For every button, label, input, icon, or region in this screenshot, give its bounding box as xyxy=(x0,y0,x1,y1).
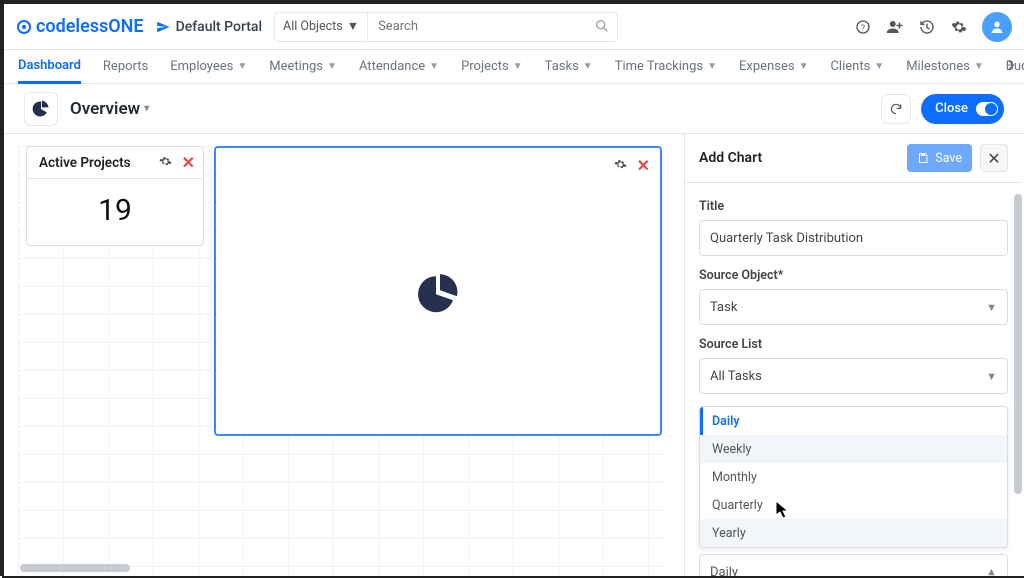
refresh-button[interactable] xyxy=(881,94,911,124)
caret-down-icon: ▼ xyxy=(347,19,359,34)
save-button[interactable]: Save xyxy=(907,144,972,172)
panel-close-button[interactable]: ✕ xyxy=(980,144,1008,172)
save-icon xyxy=(917,152,929,164)
portal-selector[interactable]: Default Portal xyxy=(156,19,262,35)
close-toggle[interactable]: Close xyxy=(921,94,1004,124)
close-label: Close xyxy=(935,101,968,116)
caret-down-icon: ▼ xyxy=(874,61,884,72)
tab-dashboard[interactable]: Dashboard xyxy=(18,50,81,84)
caret-down-icon: ▾ xyxy=(144,103,149,114)
caret-down-icon: ▼ xyxy=(429,61,439,72)
app-logo[interactable]: codelessONE xyxy=(16,16,144,37)
page-title-text: Overview xyxy=(70,99,140,119)
logo-icon xyxy=(16,19,32,35)
widget-remove-icon[interactable]: ✕ xyxy=(637,156,650,175)
widget-remove-icon[interactable]: ✕ xyxy=(182,153,195,172)
refresh-icon xyxy=(889,102,903,116)
source-list-value: All Tasks xyxy=(710,369,762,384)
user-avatar[interactable] xyxy=(982,12,1012,42)
period-option-monthly[interactable]: Monthly xyxy=(700,463,1007,491)
source-object-select[interactable]: Task ▼ xyxy=(699,289,1008,325)
caret-down-icon: ▼ xyxy=(583,61,593,72)
page-icon xyxy=(24,92,58,126)
widget-new-chart[interactable]: ✕ xyxy=(214,146,662,436)
period-value: Daily xyxy=(710,565,738,577)
widget-settings-icon[interactable] xyxy=(614,156,627,175)
widget-value: 19 xyxy=(27,179,203,228)
save-label: Save xyxy=(935,151,962,166)
source-object-value: Task xyxy=(710,300,737,315)
help-icon[interactable]: ? xyxy=(854,18,872,36)
panel-scrollbar[interactable] xyxy=(1014,194,1022,494)
field-label-source-object: Source Object* xyxy=(699,268,1008,283)
chevron-down-icon: ▼ xyxy=(986,370,997,383)
send-icon xyxy=(156,20,170,34)
search-scope-select[interactable]: All Objects ▼ xyxy=(274,12,368,42)
tab-milestones[interactable]: Milestones▼ xyxy=(906,59,984,74)
horizontal-scrollbar[interactable] xyxy=(20,564,130,572)
tab-clients[interactable]: Clients▼ xyxy=(830,59,884,74)
period-option-weekly[interactable]: Weekly xyxy=(700,435,1007,463)
chevron-up-icon: ▼ xyxy=(986,566,997,577)
tab-tasks[interactable]: Tasks▼ xyxy=(545,59,593,74)
chevron-down-icon: ▼ xyxy=(986,301,997,314)
caret-down-icon: ▼ xyxy=(707,61,717,72)
period-option-yearly[interactable]: Yearly xyxy=(700,519,1007,547)
search-icon[interactable] xyxy=(594,18,610,38)
caret-down-icon: ▼ xyxy=(799,61,809,72)
period-dropdown-open: DailyWeeklyMonthlyQuarterlyYearly Daily … xyxy=(699,406,1008,576)
tab-projects[interactable]: Projects▼ xyxy=(461,59,523,74)
field-label-title: Title xyxy=(699,199,1008,214)
svg-text:?: ? xyxy=(861,23,865,33)
page-title[interactable]: Overview ▾ xyxy=(70,99,149,119)
source-list-select[interactable]: All Tasks ▼ xyxy=(699,358,1008,394)
tabs-scroll-right[interactable] xyxy=(1004,58,1018,76)
field-label-source-list: Source List xyxy=(699,337,1008,352)
tab-time-trackings[interactable]: Time Trackings▼ xyxy=(615,59,717,74)
widget-active-projects[interactable]: Active Projects ✕ 19 xyxy=(26,146,204,246)
caret-down-icon: ▼ xyxy=(327,61,337,72)
tab-expenses[interactable]: Expenses▼ xyxy=(739,59,808,74)
chart-title-input[interactable] xyxy=(699,220,1008,256)
caret-down-icon: ▼ xyxy=(974,61,984,72)
nav-tabs: Dashboard Reports Employees▼ Meetings▼ Atten… xyxy=(4,50,1024,84)
widget-settings-icon[interactable] xyxy=(159,153,172,172)
period-select[interactable]: Daily ▼ xyxy=(699,554,1008,576)
toggle-switch xyxy=(976,102,998,116)
tab-employees[interactable]: Employees▼ xyxy=(170,59,247,74)
portal-name: Default Portal xyxy=(176,19,262,35)
period-option-daily[interactable]: Daily xyxy=(700,407,1007,435)
history-icon[interactable] xyxy=(918,18,936,36)
add-chart-panel: Add Chart Save ✕ Title Source Object* Ta… xyxy=(684,134,1022,576)
add-user-icon[interactable] xyxy=(886,18,904,36)
pie-chart-icon xyxy=(31,99,51,119)
tab-attendance[interactable]: Attendance▼ xyxy=(359,59,439,74)
search-scope-label: All Objects xyxy=(283,19,343,34)
tab-reports[interactable]: Reports xyxy=(103,59,148,74)
panel-title: Add Chart xyxy=(699,150,762,166)
tab-meetings[interactable]: Meetings▼ xyxy=(269,59,337,74)
settings-icon[interactable] xyxy=(950,18,968,36)
period-option-quarterly[interactable]: Quarterly xyxy=(700,491,1007,519)
caret-down-icon: ▼ xyxy=(237,61,247,72)
caret-down-icon: ▼ xyxy=(513,61,523,72)
search-input[interactable] xyxy=(368,12,618,42)
pie-chart-icon xyxy=(414,270,462,322)
widget-title: Active Projects xyxy=(35,155,131,171)
logo-text: codelessONE xyxy=(36,16,144,37)
